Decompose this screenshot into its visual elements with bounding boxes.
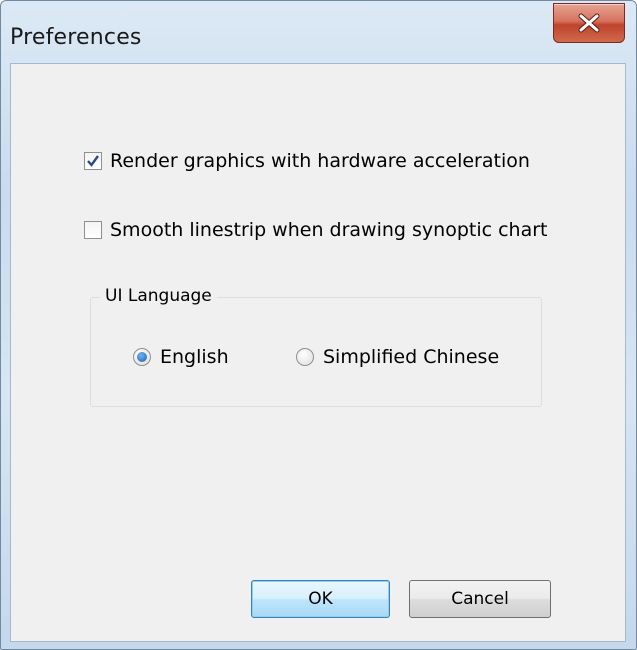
cancel-button[interactable]: Cancel [409, 580, 551, 618]
preferences-dialog: Preferences Render graphics with hardwar… [0, 0, 637, 650]
dialog-content: Render graphics with hardware accelerati… [10, 63, 626, 642]
simplified-chinese-label: Simplified Chinese [323, 346, 500, 368]
close-icon [578, 13, 600, 33]
hardware-acceleration-label: Render graphics with hardware accelerati… [110, 150, 530, 172]
language-option-english[interactable]: English [133, 346, 229, 368]
language-option-simplified-chinese[interactable]: Simplified Chinese [296, 346, 499, 368]
smooth-linestrip-label: Smooth linestrip when drawing synoptic c… [110, 219, 548, 241]
close-button[interactable] [553, 3, 625, 43]
smooth-linestrip-checkbox[interactable] [84, 221, 102, 239]
english-radio[interactable] [133, 348, 151, 366]
ui-language-group-label: UI Language [100, 286, 217, 306]
english-label: English [160, 346, 229, 368]
radio-selected-dot [137, 352, 147, 362]
hardware-acceleration-option[interactable]: Render graphics with hardware accelerati… [84, 150, 530, 172]
smooth-linestrip-option[interactable]: Smooth linestrip when drawing synoptic c… [84, 219, 547, 241]
hardware-acceleration-checkbox[interactable] [84, 152, 102, 170]
simplified-chinese-radio[interactable] [296, 348, 314, 366]
title-bar[interactable]: Preferences [1, 1, 636, 63]
ok-button[interactable]: OK [251, 580, 390, 618]
checkmark-icon [87, 155, 99, 167]
window-title: Preferences [10, 25, 142, 50]
